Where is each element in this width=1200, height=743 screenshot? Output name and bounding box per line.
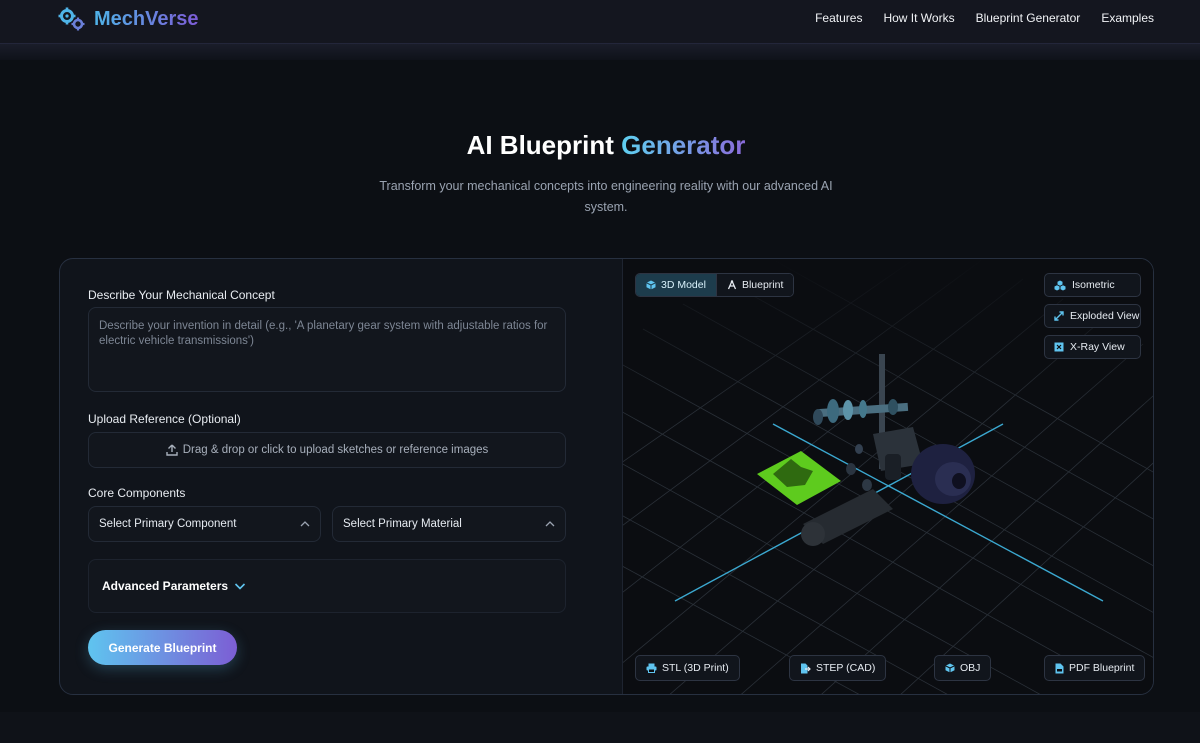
nav-link-how-it-works[interactable]: How It Works [883,11,954,25]
nav-link-blueprint-generator[interactable]: Blueprint Generator [976,11,1081,25]
xray-view-button[interactable]: X-Ray View [1044,335,1141,359]
top-navbar: MechVerse Features How It Works Blueprin… [0,0,1200,44]
component-select[interactable]: Select Primary Component [88,506,321,542]
material-select[interactable]: Select Primary Material [332,506,566,542]
cubes-icon [1054,280,1066,290]
page-subtitle: Transform your mechanical concepts into … [379,179,833,214]
export-obj-label: OBJ [960,662,981,674]
export-obj-button[interactable]: OBJ [934,655,992,681]
tab-blueprint-label: Blueprint [741,279,784,291]
upload-label: Upload Reference (Optional) [88,412,241,426]
page-title: AI Blueprint Generator [0,130,1200,161]
exploded-view-button[interactable]: Exploded View [1044,304,1141,328]
exploded-view-label: Exploded View [1070,310,1140,322]
advanced-parameters-toggle[interactable]: Advanced Parameters [88,559,566,613]
nav-divider [0,44,1200,60]
isometric-button[interactable]: Isometric [1044,273,1141,297]
title-main: AI Blueprint [466,130,614,160]
title-accent: Generator [621,130,746,160]
cube-icon [945,663,955,673]
model-viewer[interactable]: 3D Model Blueprint Isometric Exploded Vi… [622,259,1153,694]
concept-placeholder: Describe your invention in detail (e.g.,… [99,320,548,347]
export-step-button[interactable]: STEP (CAD) [789,655,887,681]
xray-icon [1054,342,1064,352]
export-stl-button[interactable]: STL (3D Print) [635,655,740,681]
page-bottom [0,712,1200,743]
brand-logo[interactable]: MechVerse [58,6,199,32]
printer-icon [646,663,657,673]
components-label: Core Components [88,486,186,500]
concept-textarea[interactable]: Describe your invention in detail (e.g.,… [88,307,566,392]
chevron-up-icon [545,521,555,527]
chevron-up-icon [300,521,310,527]
export-pdf-label: PDF Blueprint [1069,662,1135,674]
export-step-label: STEP (CAD) [816,662,876,674]
concept-form: Describe Your Mechanical Concept Describ… [60,259,622,694]
viewer-mode-tabs: 3D Model Blueprint [635,273,795,297]
material-select-value: Select Primary Material [343,518,462,530]
upload-text: Drag & drop or click to upload sketches … [182,444,489,456]
brand-name: MechVerse [94,7,199,30]
cube-icon [646,280,656,290]
compass-icon [727,280,737,290]
concept-label: Describe Your Mechanical Concept [88,288,275,302]
expand-icon [1054,311,1064,321]
nav-links: Features How It Works Blueprint Generato… [815,11,1154,25]
export-pdf-button[interactable]: PDF Blueprint [1044,655,1146,681]
file-export-icon [801,663,811,673]
export-stl-label: STL (3D Print) [662,662,729,674]
tab-blueprint[interactable]: Blueprint [716,274,794,296]
component-select-value: Select Primary Component [99,518,237,530]
generator-card: Describe Your Mechanical Concept Describ… [59,258,1154,695]
chevron-down-icon [235,583,246,590]
upload-dropzone[interactable]: Drag & drop or click to upload sketches … [88,432,566,468]
nav-link-features[interactable]: Features [815,11,862,25]
tab-3d-model[interactable]: 3D Model [636,274,717,296]
gears-icon [58,7,85,31]
nav-link-examples[interactable]: Examples [1101,11,1154,25]
isometric-label: Isometric [1072,279,1115,291]
generate-blueprint-button[interactable]: Generate Blueprint [88,630,237,665]
advanced-label: Advanced Parameters [102,579,229,593]
file-pdf-icon [1055,663,1064,673]
xray-view-label: X-Ray View [1070,341,1125,353]
upload-icon [166,444,178,456]
tab-3d-model-label: 3D Model [661,279,706,291]
